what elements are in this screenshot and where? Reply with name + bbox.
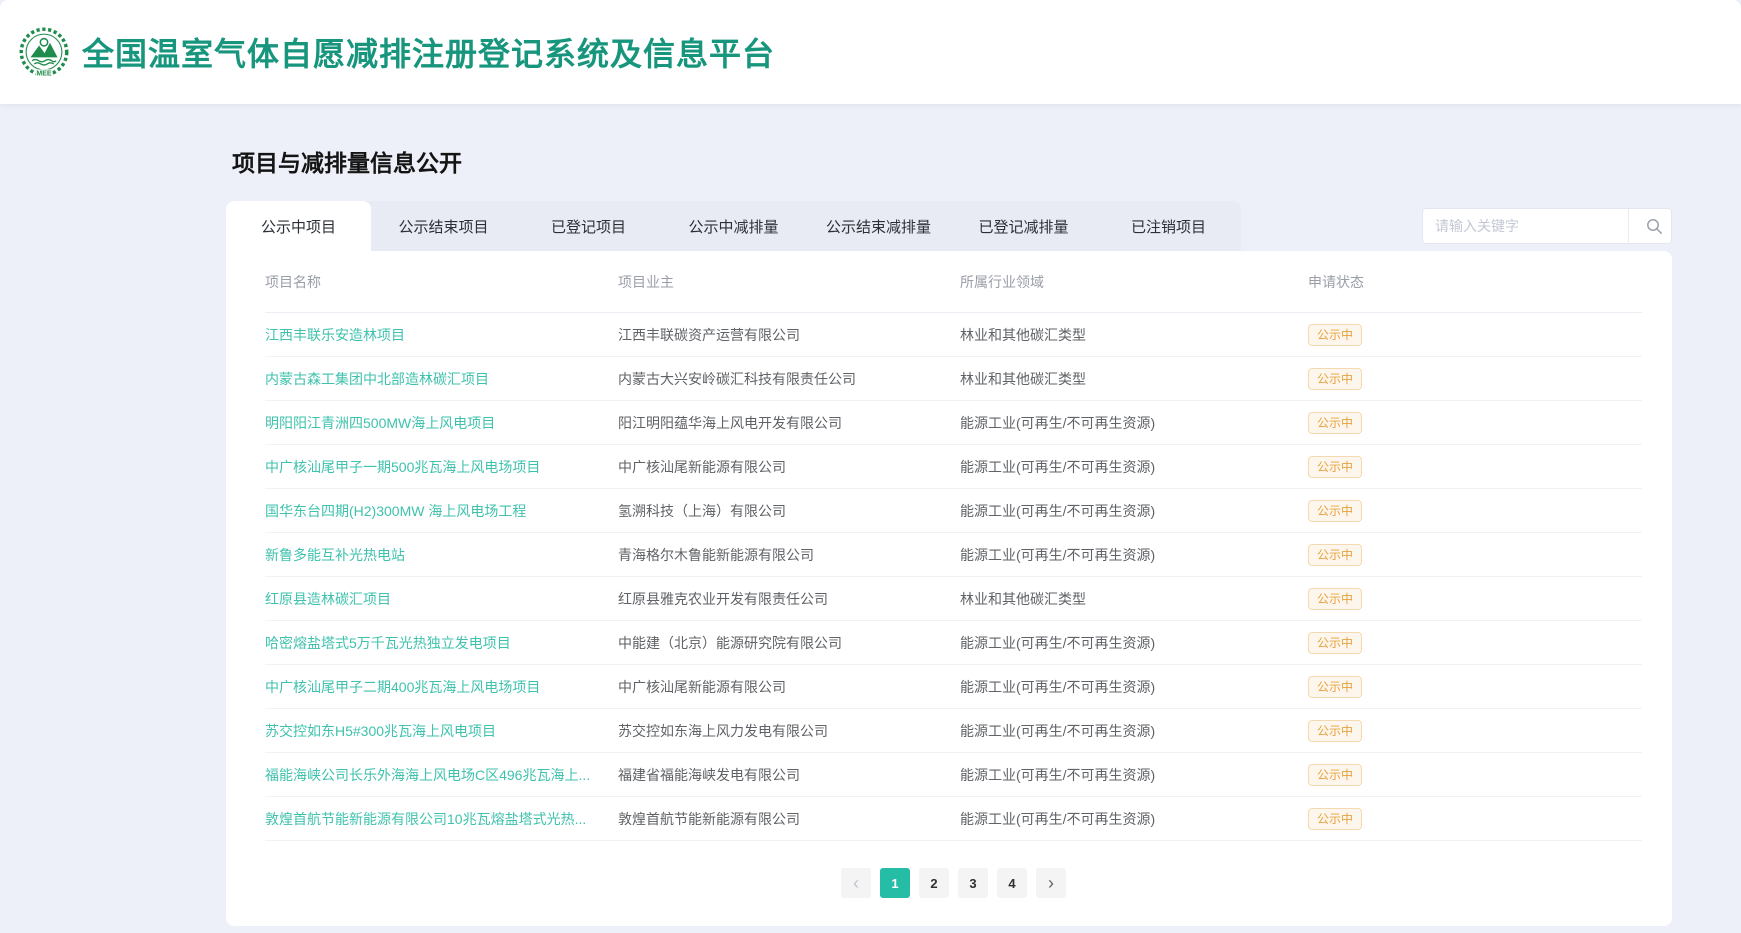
project-owner: 青海格尔木鲁能新能源有限公司 xyxy=(618,545,960,565)
project-owner: 红原县雅克农业开发有限责任公司 xyxy=(618,589,960,609)
table-row: 明阳阳江青洲四500MW海上风电项目 阳江明阳蕴华海上风电开发有限公司 能源工业… xyxy=(265,401,1642,445)
pagination-page-1[interactable]: 1 xyxy=(880,868,910,898)
col-header-project-name: 项目名称 xyxy=(265,272,618,292)
status-badge: 公示中 xyxy=(1308,500,1362,522)
project-industry: 能源工业(可再生/不可再生资源) xyxy=(960,413,1308,433)
status-badge: 公示中 xyxy=(1308,368,1362,390)
mee-logo-icon: MEE xyxy=(18,26,70,78)
project-owner: 福建省福能海峡发电有限公司 xyxy=(618,765,960,785)
project-industry: 林业和其他碳汇类型 xyxy=(960,325,1308,345)
project-owner: 阳江明阳蕴华海上风电开发有限公司 xyxy=(618,413,960,433)
project-link[interactable]: 江西丰联乐安造林项目 xyxy=(265,327,405,343)
tab-reductions-publicity-ended[interactable]: 公示结束减排量 xyxy=(806,201,951,251)
table-row: 敦煌首航节能新能源有限公司10兆瓦熔盐塔式光热... 敦煌首航节能新能源有限公司… xyxy=(265,797,1642,841)
search-input[interactable] xyxy=(1423,209,1628,243)
pagination-next-icon[interactable]: › xyxy=(1036,868,1066,898)
project-link[interactable]: 哈密熔盐塔式5万千瓦光热独立发电项目 xyxy=(265,635,511,651)
tab-projects-registered[interactable]: 已登记项目 xyxy=(516,201,661,251)
status-badge: 公示中 xyxy=(1308,632,1362,654)
tab-reductions-in-publicity[interactable]: 公示中减排量 xyxy=(661,201,806,251)
tab-projects-publicity-ended[interactable]: 公示结束项目 xyxy=(371,201,516,251)
table-header-row: 项目名称 项目业主 所属行业领域 申请状态 xyxy=(265,251,1642,313)
project-industry: 林业和其他碳汇类型 xyxy=(960,589,1308,609)
pagination: ‹ 1 2 3 4 › xyxy=(265,868,1642,898)
tab-bar: 公示中项目 公示结束项目 已登记项目 公示中减排量 公示结束减排量 已登记减排量… xyxy=(226,201,1241,251)
project-link[interactable]: 福能海峡公司长乐外海海上风电场C区496兆瓦海上... xyxy=(265,767,590,783)
project-industry: 能源工业(可再生/不可再生资源) xyxy=(960,501,1308,521)
project-industry: 林业和其他碳汇类型 xyxy=(960,369,1308,389)
col-header-project-owner: 项目业主 xyxy=(618,272,960,292)
project-owner: 中广核汕尾新能源有限公司 xyxy=(618,677,960,697)
project-industry: 能源工业(可再生/不可再生资源) xyxy=(960,809,1308,829)
table-row: 新鲁多能互补光热电站 青海格尔木鲁能新能源有限公司 能源工业(可再生/不可再生资… xyxy=(265,533,1642,577)
pagination-prev-icon[interactable]: ‹ xyxy=(841,868,871,898)
project-link[interactable]: 中广核汕尾甲子一期500兆瓦海上风电场项目 xyxy=(265,459,540,475)
table-row: 内蒙古森工集团中北部造林碳汇项目 内蒙古大兴安岭碳汇科技有限责任公司 林业和其他… xyxy=(265,357,1642,401)
table-row: 中广核汕尾甲子一期500兆瓦海上风电场项目 中广核汕尾新能源有限公司 能源工业(… xyxy=(265,445,1642,489)
page-title: 项目与减排量信息公开 xyxy=(232,104,1672,178)
table-row: 苏交控如东H5#300兆瓦海上风电项目 苏交控如东海上风力发电有限公司 能源工业… xyxy=(265,709,1642,753)
project-owner: 中广核汕尾新能源有限公司 xyxy=(618,457,960,477)
project-link[interactable]: 中广核汕尾甲子二期400兆瓦海上风电场项目 xyxy=(265,679,540,695)
status-badge: 公示中 xyxy=(1308,456,1362,478)
tab-row: 公示中项目 公示结束项目 已登记项目 公示中减排量 公示结束减排量 已登记减排量… xyxy=(226,201,1672,251)
status-badge: 公示中 xyxy=(1308,676,1362,698)
search-box xyxy=(1422,208,1672,244)
logo-text: MEE xyxy=(36,70,52,77)
table-row: 福能海峡公司长乐外海海上风电场C区496兆瓦海上... 福建省福能海峡发电有限公… xyxy=(265,753,1642,797)
project-industry: 能源工业(可再生/不可再生资源) xyxy=(960,457,1308,477)
table-row: 国华东台四期(H2)300MW 海上风电场工程 氢溯科技（上海）有限公司 能源工… xyxy=(265,489,1642,533)
col-header-status: 申请状态 xyxy=(1308,272,1642,292)
status-badge: 公示中 xyxy=(1308,764,1362,786)
pagination-page-2[interactable]: 2 xyxy=(919,868,949,898)
status-badge: 公示中 xyxy=(1308,544,1362,566)
main-content: 项目与减排量信息公开 公示中项目 公示结束项目 已登记项目 公示中减排量 公示结… xyxy=(226,104,1672,926)
tab-reductions-registered[interactable]: 已登记减排量 xyxy=(951,201,1096,251)
table-panel: 项目名称 项目业主 所属行业领域 申请状态 江西丰联乐安造林项目 江西丰联碳资产… xyxy=(226,251,1672,926)
project-owner: 江西丰联碳资产运营有限公司 xyxy=(618,325,960,345)
status-badge: 公示中 xyxy=(1308,808,1362,830)
status-badge: 公示中 xyxy=(1308,412,1362,434)
project-owner: 内蒙古大兴安岭碳汇科技有限责任公司 xyxy=(618,369,960,389)
project-link[interactable]: 红原县造林碳汇项目 xyxy=(265,591,391,607)
project-link[interactable]: 国华东台四期(H2)300MW 海上风电场工程 xyxy=(265,503,526,519)
pagination-page-3[interactable]: 3 xyxy=(958,868,988,898)
table-row: 哈密熔盐塔式5万千瓦光热独立发电项目 中能建（北京）能源研究院有限公司 能源工业… xyxy=(265,621,1642,665)
col-header-industry: 所属行业领域 xyxy=(960,272,1308,292)
project-industry: 能源工业(可再生/不可再生资源) xyxy=(960,721,1308,741)
project-owner: 中能建（北京）能源研究院有限公司 xyxy=(618,633,960,653)
table-row: 中广核汕尾甲子二期400兆瓦海上风电场项目 中广核汕尾新能源有限公司 能源工业(… xyxy=(265,665,1642,709)
top-header: MEE 全国温室气体自愿减排注册登记系统及信息平台 xyxy=(0,0,1741,104)
project-owner: 敦煌首航节能新能源有限公司 xyxy=(618,809,960,829)
project-industry: 能源工业(可再生/不可再生资源) xyxy=(960,765,1308,785)
project-industry: 能源工业(可再生/不可再生资源) xyxy=(960,545,1308,565)
project-industry: 能源工业(可再生/不可再生资源) xyxy=(960,677,1308,697)
project-link[interactable]: 明阳阳江青洲四500MW海上风电项目 xyxy=(265,415,495,431)
site-title: 全国温室气体自愿减排注册登记系统及信息平台 xyxy=(82,29,775,75)
status-badge: 公示中 xyxy=(1308,324,1362,346)
project-owner: 苏交控如东海上风力发电有限公司 xyxy=(618,721,960,741)
table-row: 江西丰联乐安造林项目 江西丰联碳资产运营有限公司 林业和其他碳汇类型 公示中 xyxy=(265,313,1642,357)
search-icon xyxy=(1646,218,1663,235)
pagination-page-4[interactable]: 4 xyxy=(997,868,1027,898)
project-owner: 氢溯科技（上海）有限公司 xyxy=(618,501,960,521)
status-badge: 公示中 xyxy=(1308,720,1362,742)
project-link[interactable]: 苏交控如东H5#300兆瓦海上风电项目 xyxy=(265,723,496,739)
search-button[interactable] xyxy=(1628,209,1672,243)
project-link[interactable]: 新鲁多能互补光热电站 xyxy=(265,547,405,563)
tab-projects-cancelled[interactable]: 已注销项目 xyxy=(1096,201,1241,251)
status-badge: 公示中 xyxy=(1308,588,1362,610)
table-row: 红原县造林碳汇项目 红原县雅克农业开发有限责任公司 林业和其他碳汇类型 公示中 xyxy=(265,577,1642,621)
tab-projects-in-publicity[interactable]: 公示中项目 xyxy=(226,201,371,251)
project-link[interactable]: 内蒙古森工集团中北部造林碳汇项目 xyxy=(265,371,489,387)
project-link[interactable]: 敦煌首航节能新能源有限公司10兆瓦熔盐塔式光热... xyxy=(265,811,586,827)
project-industry: 能源工业(可再生/不可再生资源) xyxy=(960,633,1308,653)
